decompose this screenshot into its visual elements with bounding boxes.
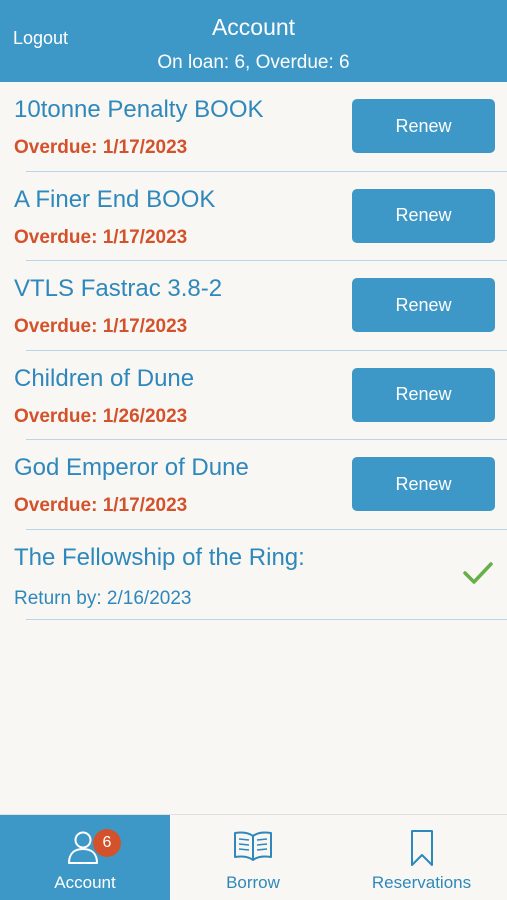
account-screen: Logout Account On loan: 6, Overdue: 6 10… [0, 0, 507, 900]
checkmark-icon [463, 562, 493, 584]
loan-item[interactable]: A Finer End BOOK Overdue: 1/17/2023 Rene… [0, 172, 507, 262]
header-bar: Logout Account On loan: 6, Overdue: 6 [0, 0, 507, 82]
loan-summary: On loan: 6, Overdue: 6 [157, 52, 350, 73]
loan-item[interactable]: 10tonne Penalty BOOK Overdue: 1/17/2023 … [0, 82, 507, 172]
overdue-date: Overdue: 1/17/2023 [14, 316, 188, 338]
loan-count-badge: 6 [93, 829, 121, 857]
renew-button[interactable]: Renew [352, 367, 495, 422]
loan-list: 10tonne Penalty BOOK Overdue: 1/17/2023 … [0, 82, 507, 620]
overdue-date: Overdue: 1/26/2023 [14, 405, 188, 427]
tab-borrow[interactable]: Borrow [170, 815, 336, 900]
loan-item[interactable]: God Emperor of Dune Overdue: 1/17/2023 R… [0, 440, 507, 530]
loan-title: VTLS Fastrac 3.8-2 [14, 275, 223, 303]
overdue-date: Overdue: 1/17/2023 [14, 495, 188, 517]
loan-item[interactable]: VTLS Fastrac 3.8-2 Overdue: 1/17/2023 Re… [0, 261, 507, 351]
loan-item[interactable]: Children of Dune Overdue: 1/26/2023 Rene… [0, 351, 507, 441]
tab-label: Account [54, 873, 116, 892]
overdue-date: Overdue: 1/17/2023 [14, 226, 188, 248]
renew-button[interactable]: Renew [352, 457, 495, 512]
renew-button[interactable]: Renew [352, 188, 495, 243]
bookmark-icon [410, 830, 433, 866]
loan-title: A Finer End BOOK [14, 185, 216, 213]
row-divider [26, 618, 507, 620]
renew-button[interactable]: Renew [352, 278, 495, 333]
loan-item[interactable]: The Fellowship of the Ring: Return by: 2… [0, 530, 507, 620]
overdue-date: Overdue: 1/17/2023 [14, 137, 188, 158]
return-date: Return by: 2/16/2023 [14, 587, 192, 609]
open-book-icon [234, 831, 272, 861]
loan-title: 10tonne Penalty BOOK [14, 96, 264, 123]
loan-title: God Emperor of Dune [14, 454, 249, 482]
tab-account[interactable]: 6 Account [0, 815, 170, 900]
tab-label: Reservations [371, 873, 472, 892]
loan-title: The Fellowship of the Ring: [14, 543, 305, 571]
tab-reservations[interactable]: Reservations [336, 815, 507, 900]
tab-bar: 6 Account Borrow Reservations [0, 814, 507, 900]
tab-label: Borrow [226, 873, 280, 892]
renew-button[interactable]: Renew [352, 99, 495, 153]
loan-title: Children of Dune [14, 364, 195, 392]
page-title: Account [211, 14, 296, 40]
